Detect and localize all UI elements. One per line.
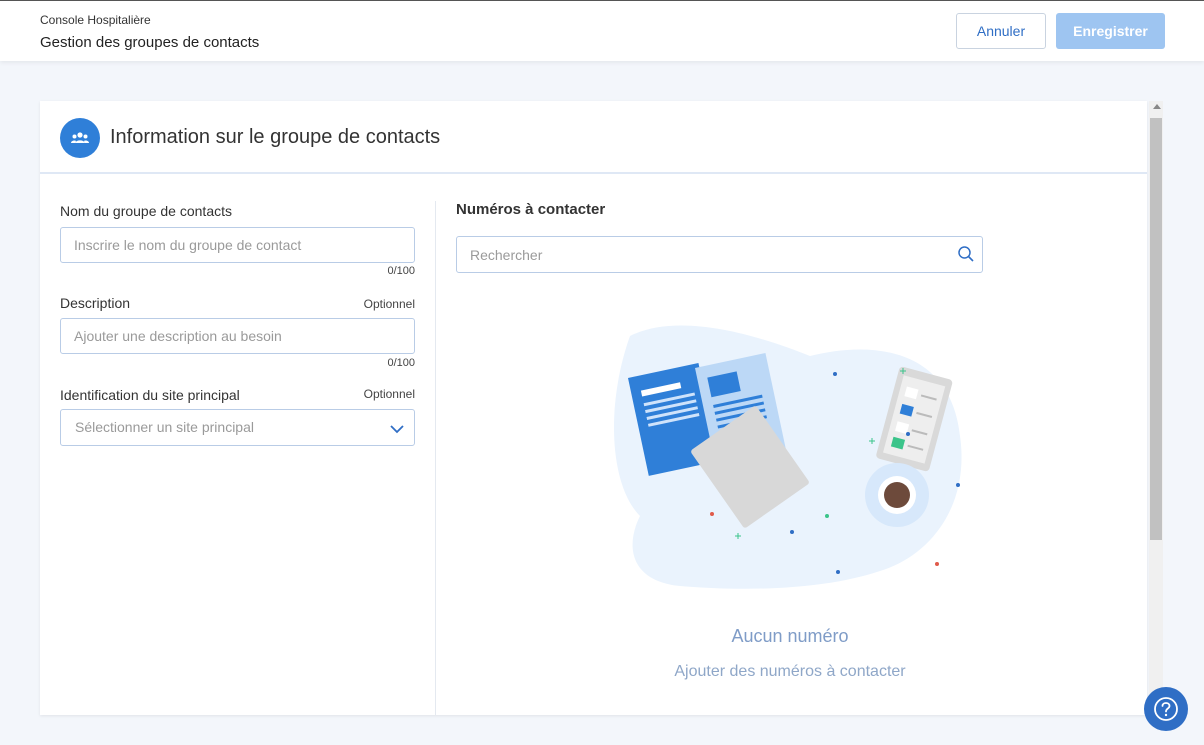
site-optional: Optionnel xyxy=(363,387,415,401)
empty-state-illustration xyxy=(613,325,962,589)
site-select-placeholder: Sélectionner un site principal xyxy=(75,419,254,435)
site-label: Identification du site principal xyxy=(60,387,240,403)
save-button[interactable]: Enregistrer xyxy=(1056,13,1165,49)
column-divider xyxy=(435,201,436,715)
empty-state-title: Aucun numéro xyxy=(731,626,849,646)
description-label: Description xyxy=(60,295,131,311)
search-input[interactable] xyxy=(456,236,983,273)
scroll-up-arrow[interactable] xyxy=(1153,104,1161,109)
help-icon xyxy=(1154,697,1178,721)
help-button[interactable] xyxy=(1144,687,1188,731)
group-name-input[interactable] xyxy=(60,227,415,263)
empty-state-subtitle: Ajouter des numéros à contacter xyxy=(674,663,906,680)
breadcrumb[interactable]: Console Hospitalière xyxy=(40,13,151,27)
top-bar: Console Hospitalière Gestion des groupes… xyxy=(0,0,1204,61)
name-label: Nom du groupe de contacts xyxy=(60,203,232,219)
scrollbar-thumb[interactable] xyxy=(1150,118,1162,540)
name-counter: 0/100 xyxy=(387,265,415,277)
card-title: Information sur le groupe de contacts xyxy=(110,126,441,148)
search-icon[interactable] xyxy=(957,245,975,268)
numbers-section-title: Numéros à contacter xyxy=(456,201,606,218)
page-title: Gestion des groupes de contacts xyxy=(40,34,260,51)
site-select[interactable]: Sélectionner un site principal xyxy=(60,409,415,446)
description-optional: Optionnel xyxy=(363,297,415,311)
numbers-search xyxy=(456,236,983,273)
group-icon xyxy=(60,118,100,158)
card-header: Information sur le groupe de contacts xyxy=(40,101,1147,174)
description-counter: 0/100 xyxy=(387,357,415,369)
cancel-button[interactable]: Annuler xyxy=(956,13,1046,49)
contact-group-card: Information sur le groupe de contacts No… xyxy=(40,101,1147,715)
chevron-down-icon xyxy=(390,421,404,437)
description-input[interactable] xyxy=(60,318,415,354)
